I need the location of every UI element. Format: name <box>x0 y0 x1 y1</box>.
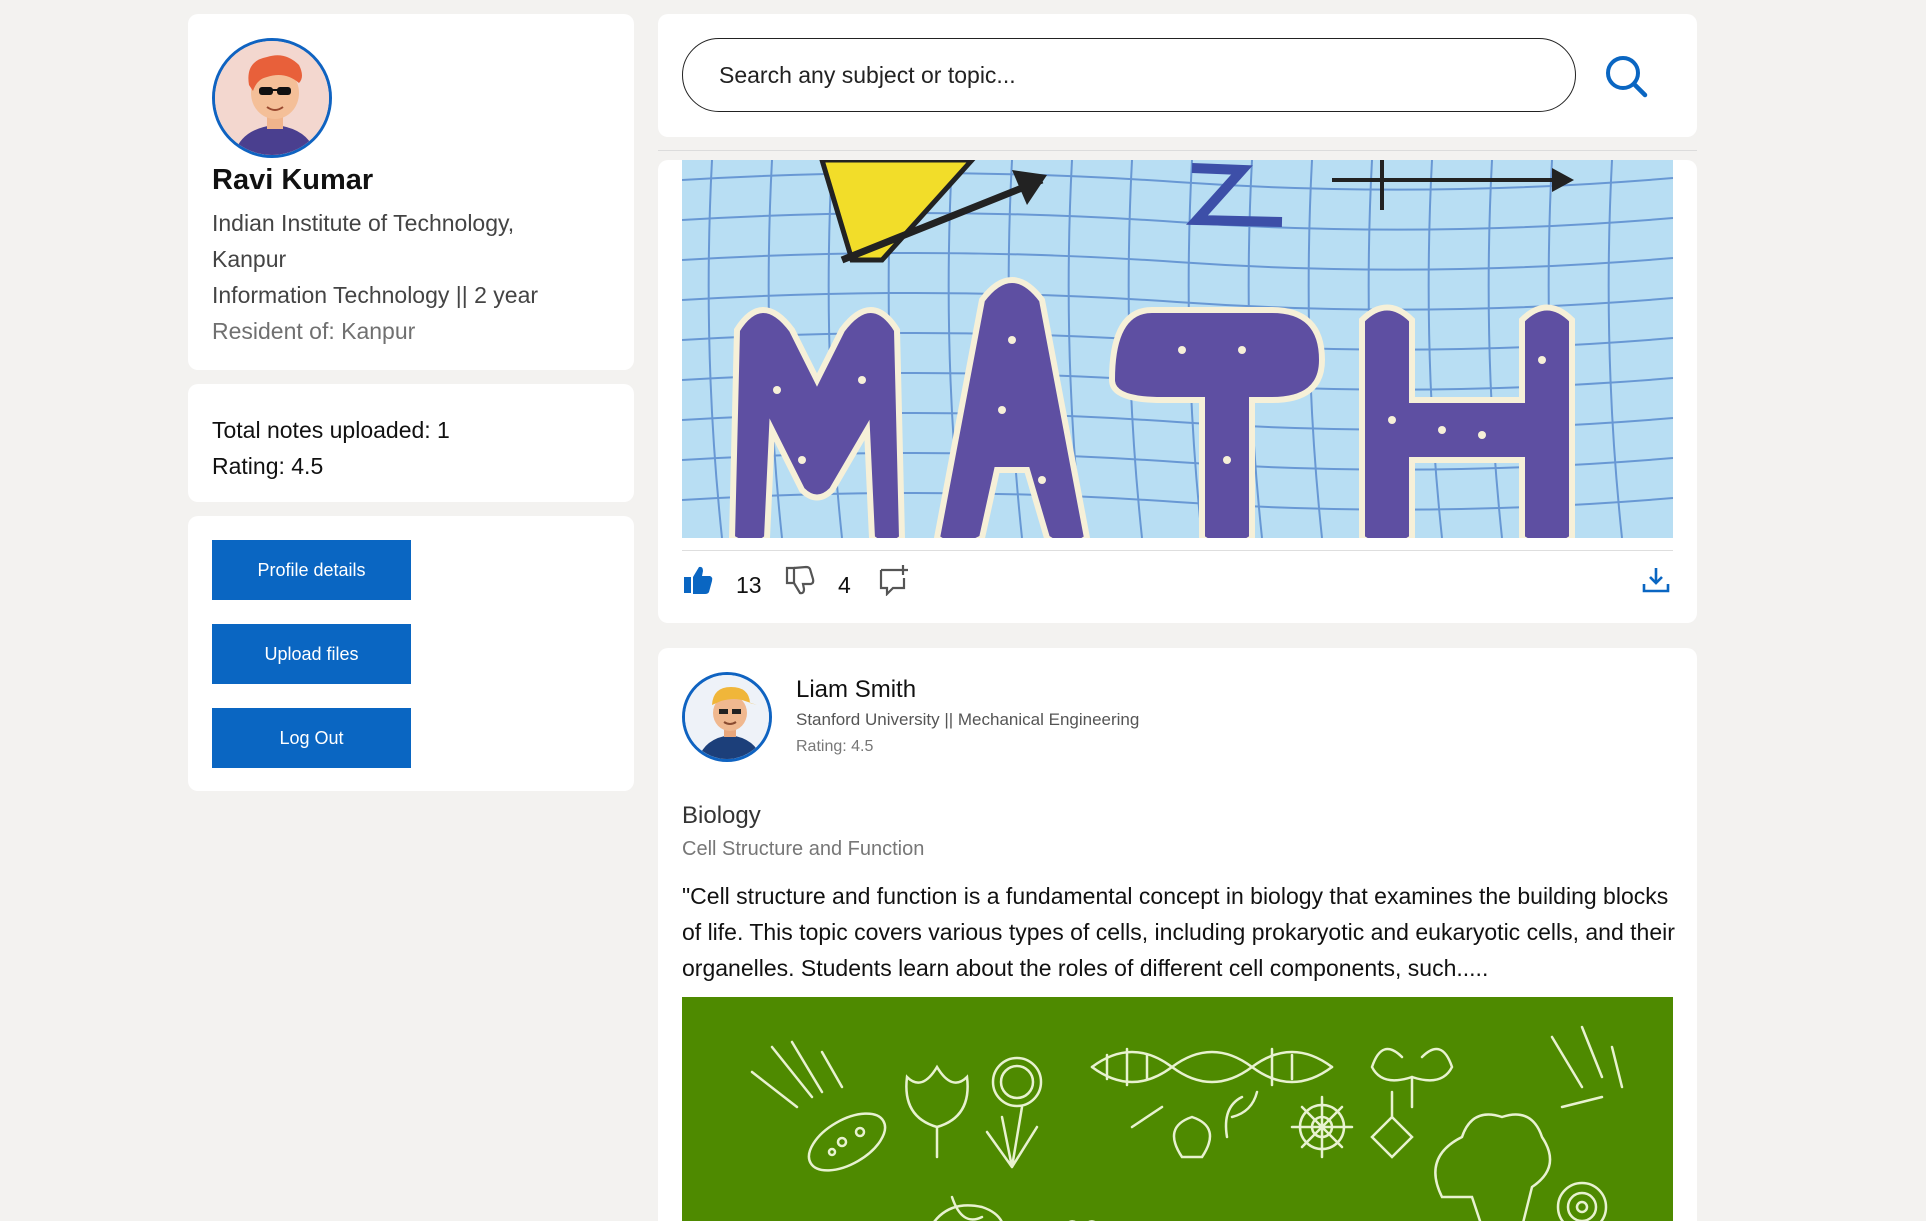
author-rating: Rating: 4.5 <box>796 738 874 755</box>
post-card: 13 4 <box>658 160 1697 623</box>
person-illustration-icon <box>685 675 769 759</box>
author-avatar[interactable] <box>682 672 772 762</box>
dislike-count: 4 <box>838 572 851 598</box>
search-input[interactable] <box>682 38 1576 112</box>
log-out-button[interactable]: Log Out <box>212 708 411 768</box>
profile-avatar[interactable] <box>212 38 332 158</box>
actions-card: Profile details Upload files Log Out <box>188 516 634 791</box>
comment-add-icon[interactable] <box>878 564 910 596</box>
post-body: "Cell structure and function is a fundam… <box>682 883 1675 981</box>
biology-post-image[interactable] <box>682 997 1673 1221</box>
stats-card: Total notes uploaded: 1 Rating: 4.5 <box>188 384 634 502</box>
search-card <box>658 14 1697 137</box>
author-name[interactable]: Liam Smith <box>796 676 916 704</box>
profile-name: Ravi Kumar <box>212 164 374 196</box>
author-meta: Stanford University || Mechanical Engine… <box>796 710 1140 729</box>
reaction-bar: 13 4 <box>682 560 1673 610</box>
math-post-image[interactable] <box>682 160 1673 538</box>
profile-institution: Indian Institute of Technology, Kanpur <box>212 205 610 277</box>
post-actions-divider <box>682 550 1673 551</box>
profile-program: Information Technology || 2 year <box>212 282 539 308</box>
biology-illustration <box>682 997 1673 1221</box>
profile-institution-line1: Indian Institute of Technology, <box>212 210 515 236</box>
upload-files-button[interactable]: Upload files <box>212 624 411 684</box>
profile-card: Ravi Kumar Indian Institute of Technolog… <box>188 14 634 370</box>
thumbs-up-icon[interactable] <box>682 564 714 596</box>
profile-resident: Resident of: Kanpur <box>212 318 416 344</box>
post-subject: Biology <box>682 802 761 829</box>
feed-divider <box>658 150 1697 151</box>
person-illustration-icon <box>215 41 329 155</box>
total-notes: Total notes uploaded: 1 <box>212 417 450 443</box>
profile-institution-line2: Kanpur <box>212 246 287 272</box>
post-topic: Cell Structure and Function <box>682 838 925 860</box>
thumbs-down-icon[interactable] <box>784 564 816 596</box>
user-rating: Rating: 4.5 <box>212 453 324 479</box>
search-icon[interactable] <box>1602 52 1650 100</box>
download-icon[interactable] <box>1642 566 1670 594</box>
like-count: 13 <box>736 572 762 598</box>
math-illustration <box>682 160 1673 538</box>
post-card: Liam Smith Stanford University || Mechan… <box>658 648 1697 1221</box>
profile-details-button[interactable]: Profile details <box>212 540 411 600</box>
